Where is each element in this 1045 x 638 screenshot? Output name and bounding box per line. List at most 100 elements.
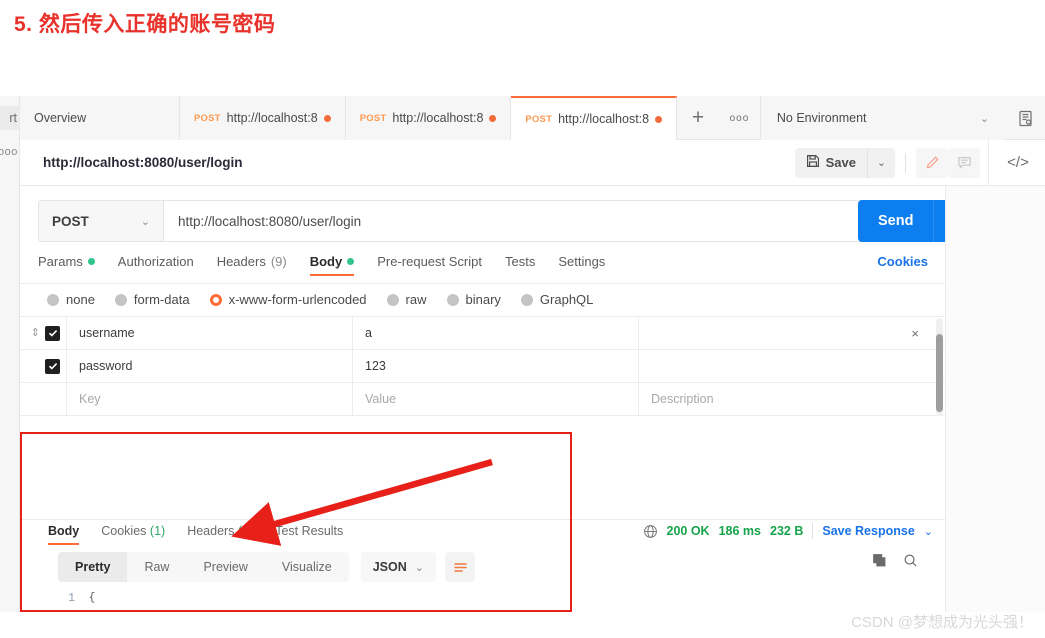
tab-request-1[interactable]: POST http://localhost:8 — [180, 96, 346, 140]
url-input[interactable]: http://localhost:8080/user/login — [163, 200, 928, 242]
radio-label: x-www-form-urlencoded — [228, 292, 367, 307]
row-description-placeholder[interactable]: Description — [638, 382, 945, 416]
row-key-placeholder[interactable]: Key — [66, 382, 352, 416]
tab-label: Pre-request Script — [377, 254, 482, 269]
format-selector[interactable]: JSON ⌄ — [360, 552, 436, 582]
search-icon[interactable] — [903, 553, 918, 573]
row-checkbox-checked[interactable] — [45, 325, 60, 341]
chevron-down-icon: ⌄ — [140, 215, 150, 228]
environment-label: No Environment — [776, 111, 867, 125]
tab-strip: Overview POST http://localhost:8 POST ht… — [20, 96, 1045, 140]
radio-icon — [520, 293, 533, 306]
view-visualize[interactable]: Visualize — [265, 552, 349, 582]
view-raw[interactable]: Raw — [127, 552, 186, 582]
headers-count: (5) — [237, 524, 254, 538]
new-tab-button[interactable]: + — [677, 96, 719, 140]
divider — [812, 523, 814, 539]
response-tab-headers[interactable]: Headers (5) — [187, 524, 253, 545]
chevron-down-icon: ⌄ — [414, 561, 424, 574]
radio-label: form-data — [133, 292, 190, 307]
status-code: 200 OK — [666, 524, 710, 538]
chevron-down-icon: ⌄ — [979, 112, 990, 125]
chevron-down-icon[interactable]: ⌄ — [924, 525, 933, 538]
copy-icon[interactable] — [872, 553, 887, 573]
tab-params[interactable]: Params — [38, 254, 95, 276]
tab-headers[interactable]: Headers (9) — [217, 254, 287, 276]
remove-row-button[interactable]: × — [911, 326, 919, 341]
tab-label: http://localhost:8 — [226, 111, 318, 125]
response-tab-body[interactable]: Body — [48, 524, 80, 545]
row-description[interactable]: × — [638, 316, 945, 350]
code-snippet-icon[interactable]: </> — [1001, 146, 1035, 180]
import-button[interactable]: rt — [0, 106, 20, 130]
right-gutter — [945, 186, 1045, 638]
table-scrollbar[interactable] — [936, 318, 943, 416]
environment-quick-look-icon[interactable] — [1005, 96, 1045, 140]
row-description[interactable] — [638, 349, 945, 383]
tab-settings[interactable]: Settings — [558, 254, 605, 276]
row-value-placeholder[interactable]: Value — [352, 382, 638, 416]
divider — [988, 139, 989, 186]
environment-selector[interactable]: No Environment ⌄ — [760, 96, 1006, 140]
drag-handle-icon[interactable]: ⇕ — [31, 327, 40, 339]
row-checkbox-checked[interactable] — [45, 358, 60, 374]
send-button[interactable]: Send — [858, 200, 934, 242]
radio-label: raw — [405, 292, 427, 307]
scrollbar-thumb[interactable] — [936, 334, 943, 412]
radio-form-data[interactable]: form-data — [114, 292, 190, 307]
tab-request-2[interactable]: POST http://localhost:8 — [345, 96, 512, 140]
table-row[interactable]: password 123 — [20, 349, 945, 383]
response-time: 186 ms — [718, 524, 761, 538]
rail-more-icon[interactable]: ooo — [0, 146, 18, 158]
tabs-more-icon[interactable]: ooo — [719, 96, 761, 140]
body-params-table: ⇕ username a × password 123 Key Value De… — [20, 316, 945, 416]
response-tab-cookies[interactable]: Cookies (1) — [101, 524, 165, 545]
request-header-actions: Save ⌄ </> — [794, 139, 1045, 186]
save-response-button[interactable]: Save Response — [822, 524, 914, 538]
tab-authorization[interactable]: Authorization — [118, 254, 194, 276]
tab-overview[interactable]: Overview — [20, 96, 180, 140]
wrap-lines-icon[interactable] — [445, 552, 475, 582]
tab-body[interactable]: Body — [309, 254, 355, 276]
radio-label: binary — [465, 292, 501, 307]
row-controls — [20, 358, 66, 374]
view-preview[interactable]: Preview — [186, 552, 264, 582]
response-tab-test-results[interactable]: Test Results — [275, 524, 343, 545]
response-size: 232 B — [770, 524, 804, 538]
row-key[interactable]: username — [66, 316, 352, 350]
row-value[interactable]: 123 — [352, 349, 638, 383]
tab-pre-request-script[interactable]: Pre-request Script — [377, 254, 482, 276]
radio-none[interactable]: none — [47, 292, 95, 307]
save-label: Save — [825, 155, 856, 170]
url-row: POST ⌄ http://localhost:8080/user/login — [38, 200, 928, 242]
radio-icon-selected — [209, 293, 222, 306]
radio-x-www-form-urlencoded[interactable]: x-www-form-urlencoded — [209, 292, 367, 307]
view-pretty[interactable]: Pretty — [58, 552, 128, 582]
row-value[interactable]: a — [352, 316, 638, 350]
tab-request-3-active[interactable]: POST http://localhost:8 — [511, 96, 678, 140]
table-row-empty[interactable]: Key Value Description — [20, 382, 945, 416]
method-selector[interactable]: POST ⌄ — [38, 200, 163, 242]
tab-label: http://localhost:8 — [558, 112, 650, 126]
row-controls: ⇕ — [20, 325, 66, 341]
radio-binary[interactable]: binary — [446, 292, 501, 307]
tab-method: POST — [194, 112, 221, 124]
headers-count: (9) — [270, 254, 287, 269]
radio-raw[interactable]: raw — [386, 292, 427, 307]
watermark: CSDN @梦想成为光头强！ — [851, 614, 1033, 631]
row-key[interactable]: password — [66, 349, 352, 383]
globe-icon — [643, 524, 658, 539]
table-row[interactable]: ⇕ username a × — [20, 316, 945, 350]
pencil-icon[interactable] — [916, 147, 948, 178]
unsaved-dot-icon — [655, 115, 663, 123]
postman-window: rt ooo Overview POST http://localhost:8 … — [0, 96, 1045, 638]
save-dropdown-button[interactable]: ⌄ — [867, 147, 895, 178]
radio-graphql[interactable]: GraphQL — [520, 292, 593, 307]
tab-label: Headers — [187, 524, 235, 538]
left-rail: rt ooo — [0, 96, 20, 638]
save-button[interactable]: Save — [794, 147, 867, 178]
view-mode-group: Pretty Raw Preview Visualize — [58, 552, 349, 582]
comment-icon[interactable] — [948, 147, 980, 178]
cookies-link[interactable]: Cookies — [877, 254, 928, 269]
tab-tests[interactable]: Tests — [505, 254, 535, 276]
